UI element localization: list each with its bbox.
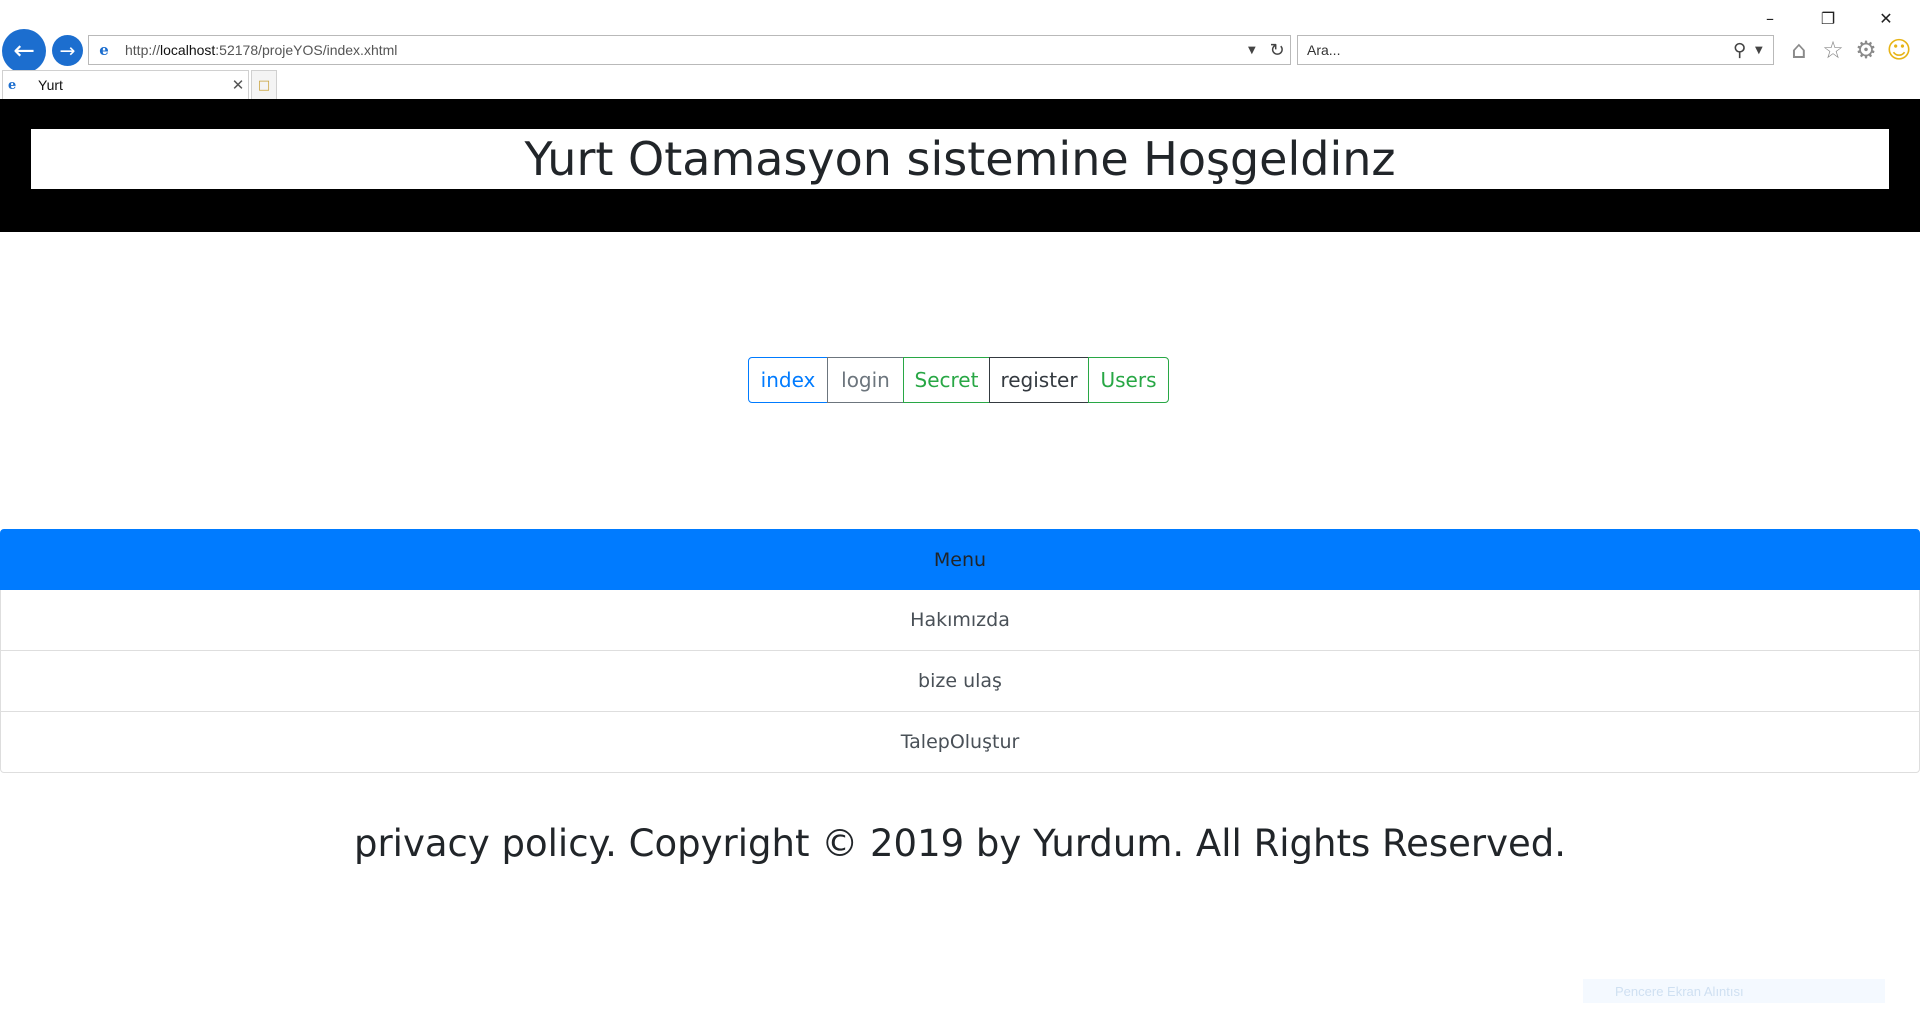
search-input[interactable]: Ara... xyxy=(1307,42,1733,58)
menu-heading[interactable]: Menu xyxy=(0,529,1920,590)
footer-copyright: privacy policy. Copyright © 2019 by Yurd… xyxy=(353,822,1567,865)
browser-chrome: – ❐ ✕ ← → e http://localhost:52178/proje… xyxy=(0,0,1920,99)
back-icon[interactable]: ← xyxy=(2,29,46,73)
menu-item-talep-olustur[interactable]: TalepOluştur xyxy=(0,712,1920,773)
page-title: Yurt Otamasyon sistemine Hoşgeldinz xyxy=(524,132,1396,186)
address-url[interactable]: http://localhost:52178/projeYOS/index.xh… xyxy=(125,42,1248,58)
address-dropdown-icon[interactable]: ▼ xyxy=(1248,45,1264,56)
header-box: Yurt Otamasyon sistemine Hoşgeldinz xyxy=(31,129,1889,189)
snip-overlay-label: Pencere Ekran Alıntısı xyxy=(1583,979,1885,1003)
index-button[interactable]: index xyxy=(748,357,828,403)
close-window-icon[interactable]: ✕ xyxy=(1863,6,1909,30)
search-icon[interactable]: ⚲ xyxy=(1733,40,1755,61)
favorites-star-icon[interactable]: ☆ xyxy=(1818,35,1848,65)
register-button[interactable]: register xyxy=(989,357,1089,403)
settings-gear-icon[interactable]: ⚙ xyxy=(1851,35,1881,65)
close-tab-icon[interactable]: ✕ xyxy=(228,76,248,94)
menu-item-hakkimizda[interactable]: Hakımızda xyxy=(0,590,1920,651)
secret-button[interactable]: Secret xyxy=(903,357,990,403)
forward-icon[interactable]: → xyxy=(52,35,83,66)
refresh-icon[interactable]: ↻ xyxy=(1264,40,1290,61)
search-dropdown-icon[interactable]: ▼ xyxy=(1755,45,1773,56)
home-icon[interactable]: ⌂ xyxy=(1784,35,1814,65)
menu-item-bize-ulas[interactable]: bize ulaş xyxy=(0,651,1920,712)
browser-tab[interactable]: e Yurt ✕ xyxy=(2,70,249,99)
menu-list: Menu Hakımızda bize ulaş TalepOluştur xyxy=(0,529,1920,773)
login-button[interactable]: login xyxy=(827,357,904,403)
ie-tab-icon: e xyxy=(8,77,17,93)
restore-icon[interactable]: ❐ xyxy=(1805,6,1851,30)
address-bar[interactable]: e http://localhost:52178/projeYOS/index.… xyxy=(88,35,1291,65)
users-button[interactable]: Users xyxy=(1088,357,1169,403)
minimize-icon[interactable]: – xyxy=(1747,6,1793,30)
tab-title: Yurt xyxy=(38,77,63,93)
new-tab-icon[interactable]: □ xyxy=(251,70,277,99)
header-band: Yurt Otamasyon sistemine Hoşgeldinz xyxy=(0,99,1920,232)
search-box[interactable]: Ara... ⚲ ▼ xyxy=(1297,35,1774,65)
smiley-feedback-icon[interactable]: ☺ xyxy=(1884,35,1914,65)
ie-page-icon: e xyxy=(99,41,109,59)
nav-button-group: index login Secret register Users xyxy=(748,357,1169,403)
